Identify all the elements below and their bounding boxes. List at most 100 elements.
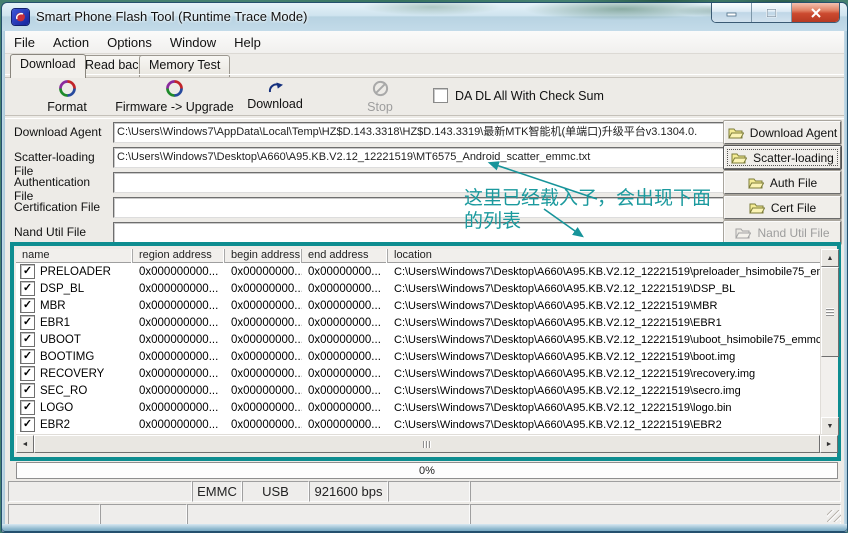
table-row[interactable]: BOOTIMG 0x000000000... 0x00000000... 0x0… — [16, 348, 821, 365]
close-button[interactable] — [792, 3, 839, 22]
horizontal-scroll-thumb[interactable] — [34, 435, 820, 453]
horizontal-scrollbar[interactable]: ◄ ► — [16, 434, 838, 453]
begin-address: 0x00000000... — [225, 351, 302, 363]
nand-util-label: Nand Util File — [14, 225, 112, 239]
col-location[interactable]: location — [388, 249, 821, 263]
folder-icon — [728, 127, 744, 139]
row-checkbox[interactable] — [20, 366, 35, 381]
row-checkbox[interactable] — [20, 383, 35, 398]
table-row[interactable]: RECOVERY 0x000000000... 0x00000000... 0x… — [16, 365, 821, 382]
row-checkbox[interactable] — [20, 332, 35, 347]
title-bar[interactable]: Smart Phone Flash Tool (Runtime Trace Mo… — [2, 3, 847, 31]
region-address: 0x000000000... — [133, 351, 225, 363]
scatter-file-label: Scatter-loading File — [14, 150, 112, 178]
begin-address: 0x00000000... — [225, 300, 302, 312]
begin-address: 0x00000000... — [225, 317, 302, 329]
partition-name: EBR2 — [40, 419, 70, 431]
file-location: C:\Users\Windows7\Desktop\A660\A95.KB.V2… — [388, 351, 821, 363]
format-button[interactable]: Format — [32, 80, 102, 114]
menu-options[interactable]: Options — [98, 32, 161, 53]
begin-address: 0x00000000... — [225, 402, 302, 414]
menu-window[interactable]: Window — [161, 32, 225, 53]
vertical-scroll-thumb[interactable] — [821, 267, 839, 357]
resize-grip[interactable] — [827, 510, 841, 522]
table-row[interactable]: UBOOT 0x000000000... 0x00000000... 0x000… — [16, 331, 821, 348]
stop-button[interactable]: Stop — [347, 80, 413, 114]
window-bottom-border — [2, 524, 847, 532]
partition-name: MBR — [40, 300, 66, 312]
auth-file-field[interactable] — [113, 172, 729, 193]
region-address: 0x000000000... — [133, 300, 225, 312]
row-checkbox[interactable] — [20, 400, 35, 415]
table-row[interactable]: LOGO 0x000000000... 0x00000000... 0x0000… — [16, 399, 821, 416]
scroll-down-button[interactable]: ▼ — [821, 417, 839, 435]
partition-name: BOOTIMG — [40, 351, 94, 363]
row-checkbox[interactable] — [20, 349, 35, 364]
download-agent-browse-button[interactable]: Download Agent — [724, 121, 841, 144]
scroll-right-button[interactable]: ► — [820, 435, 838, 453]
end-address: 0x00000000... — [302, 419, 388, 431]
folder-icon — [731, 152, 747, 164]
caption-buttons — [712, 3, 839, 22]
app-window: Smart Phone Flash Tool (Runtime Trace Mo… — [1, 2, 848, 533]
status-storage: EMMC — [192, 481, 242, 502]
col-name[interactable]: name — [16, 249, 133, 263]
col-begin-address[interactable]: begin address — [225, 249, 302, 263]
region-address: 0x000000000... — [133, 385, 225, 397]
table-rows: PRELOADER 0x000000000... 0x00000000... 0… — [16, 263, 821, 435]
scatter-file-field[interactable]: C:\Users\Windows7\Desktop\A660\A95.KB.V2… — [113, 147, 729, 168]
file-location: C:\Users\Windows7\Desktop\A660\A95.KB.V2… — [388, 402, 821, 414]
col-region-address[interactable]: region address — [133, 249, 225, 263]
table-row[interactable]: MBR 0x000000000... 0x00000000... 0x00000… — [16, 297, 821, 314]
begin-address: 0x00000000... — [225, 334, 302, 346]
table-row[interactable]: EBR2 0x000000000... 0x00000000... 0x0000… — [16, 416, 821, 433]
table-row[interactable]: SEC_RO 0x000000000... 0x00000000... 0x00… — [16, 382, 821, 399]
table-row[interactable]: PRELOADER 0x000000000... 0x00000000... 0… — [16, 263, 821, 280]
scroll-left-button[interactable]: ◄ — [16, 435, 34, 453]
menu-action[interactable]: Action — [44, 32, 98, 53]
row-checkbox[interactable] — [20, 315, 35, 330]
auth-file-button[interactable]: Auth File — [724, 171, 841, 194]
cert-file-button[interactable]: Cert File — [724, 196, 841, 219]
format-icon — [59, 80, 76, 97]
minimize-button[interactable] — [712, 3, 752, 22]
file-location: C:\Users\Windows7\Desktop\A660\A95.KB.V2… — [388, 368, 821, 380]
cert-file-field[interactable] — [113, 197, 729, 218]
row-checkbox[interactable] — [20, 264, 35, 279]
menu-help[interactable]: Help — [225, 32, 270, 53]
nand-util-field[interactable] — [113, 222, 729, 243]
status2-cell-1 — [8, 504, 100, 525]
partition-table: name region address begin address end ad… — [16, 249, 838, 453]
folder-icon — [748, 177, 764, 189]
maximize-button[interactable] — [752, 3, 792, 22]
menu-file[interactable]: File — [5, 32, 44, 53]
progress-bar: 0% — [16, 462, 838, 479]
partition-name: PRELOADER — [40, 266, 111, 278]
table-row[interactable]: DSP_BL 0x000000000... 0x00000000... 0x00… — [16, 280, 821, 297]
scroll-up-button[interactable]: ▲ — [821, 249, 839, 267]
partition-name: EBR1 — [40, 317, 70, 329]
scatter-loading-button[interactable]: Scatter-loading — [724, 146, 841, 169]
status2-cell-4 — [470, 504, 841, 525]
tab-download[interactable]: Download — [10, 54, 86, 78]
end-address: 0x00000000... — [302, 368, 388, 380]
row-checkbox[interactable] — [20, 298, 35, 313]
cert-file-label: Certification File — [14, 200, 112, 214]
file-location: C:\Users\Windows7\Desktop\A660\A95.KB.V2… — [388, 317, 821, 329]
end-address: 0x00000000... — [302, 334, 388, 346]
download-icon — [266, 80, 285, 94]
row-checkbox[interactable] — [20, 417, 35, 432]
download-button[interactable]: Download — [240, 80, 310, 111]
row-checkbox[interactable] — [20, 281, 35, 296]
partition-name: RECOVERY — [40, 368, 104, 380]
partition-name: SEC_RO — [40, 385, 87, 397]
table-row[interactable]: EBR1 0x000000000... 0x00000000... 0x0000… — [16, 314, 821, 331]
col-end-address[interactable]: end address — [302, 249, 388, 263]
da-dl-checksum-checkbox[interactable] — [433, 88, 448, 103]
download-agent-field[interactable]: C:\Users\Windows7\AppData\Local\Temp\HZ$… — [113, 122, 729, 143]
firmware-upgrade-button[interactable]: Firmware -> Upgrade — [112, 80, 237, 114]
status2-cell-3 — [187, 504, 470, 525]
window-title: Smart Phone Flash Tool (Runtime Trace Mo… — [36, 9, 307, 24]
status2-cell-2 — [100, 504, 187, 525]
vertical-scrollbar[interactable]: ▲ ▼ — [820, 249, 838, 435]
